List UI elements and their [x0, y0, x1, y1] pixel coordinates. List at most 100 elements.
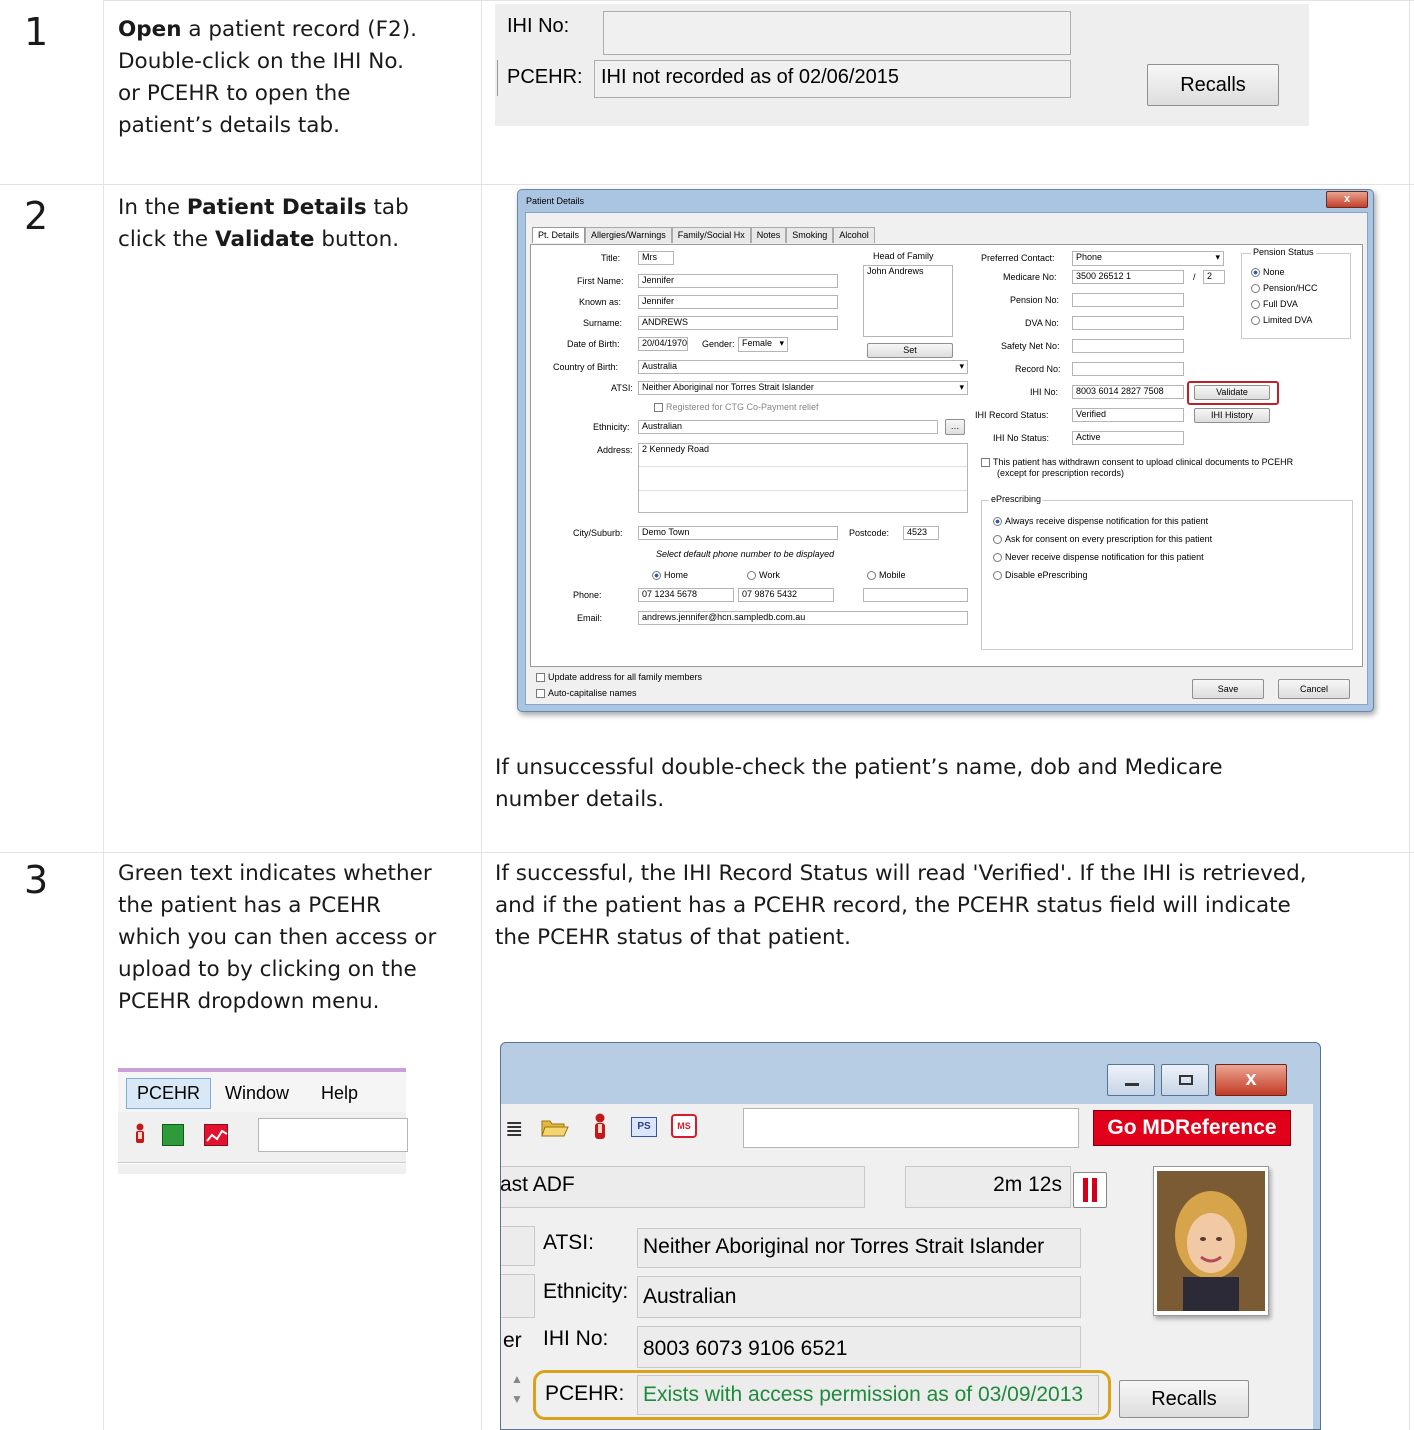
pcehr-status-field[interactable]: Exists with access permission as of 03/0…: [637, 1375, 1099, 1415]
text: Ask for consent on every prescription fo…: [1005, 534, 1213, 544]
ihi-no-status-field[interactable]: Active: [1072, 431, 1184, 445]
address-field[interactable]: 2 Kennedy Road: [638, 443, 968, 513]
scroll-up-icon[interactable]: ▲: [511, 1372, 523, 1386]
tab-allergies[interactable]: Allergies/Warnings: [585, 227, 672, 243]
radio-limited-dva[interactable]: Limited DVA: [1251, 315, 1312, 326]
record-no-field[interactable]: [1072, 362, 1184, 376]
text: andrews.jennifer@hcn.sampledb.com.au: [642, 612, 806, 622]
medicare-irn-field[interactable]: 2: [1203, 270, 1225, 284]
city-field[interactable]: Demo Town: [638, 526, 838, 540]
folder-open-icon[interactable]: [541, 1116, 569, 1138]
text: If unsuccessful double-check the patient…: [495, 755, 1223, 780]
table-border-top: [103, 0, 1414, 1]
radio-mobile[interactable]: Mobile: [867, 570, 906, 581]
dva-field[interactable]: [1072, 316, 1184, 330]
dob-field[interactable]: 20/04/1970: [638, 337, 688, 351]
first-name-label: First Name:: [577, 276, 624, 286]
radio-always-dispense[interactable]: Always receive dispense notification for…: [993, 516, 1209, 527]
text: Pension/HCC: [1263, 283, 1318, 293]
known-as-field[interactable]: Jennifer: [638, 295, 838, 309]
radio-ask-consent[interactable]: Ask for consent on every prescription fo…: [993, 534, 1213, 545]
email-field[interactable]: andrews.jennifer@hcn.sampledb.com.au: [638, 611, 968, 625]
red-graph-icon[interactable]: [204, 1124, 228, 1146]
text: 3500 26512 1: [1076, 271, 1132, 281]
tab-alcohol[interactable]: Alcohol: [833, 227, 875, 243]
tab-family-social[interactable]: Family/Social Hx: [671, 227, 751, 243]
country-select[interactable]: Australia ▾: [638, 360, 968, 374]
menu-help[interactable]: Help: [321, 1083, 358, 1104]
medicare-field[interactable]: 3500 26512 1: [1072, 270, 1184, 284]
first-name-field[interactable]: Jennifer: [638, 274, 838, 288]
toolbar-search-input[interactable]: [258, 1118, 408, 1152]
consent-checkbox[interactable]: This patient has withdrawn consent to up…: [981, 457, 1293, 479]
work-phone-field[interactable]: 07 9876 5432: [738, 588, 834, 602]
notes-icon[interactable]: ≣: [505, 1116, 523, 1142]
ctg-checkbox[interactable]: Registered for CTG Co-Payment relief: [654, 402, 819, 413]
ethnicity-picker-button[interactable]: …: [945, 419, 965, 435]
patient-icon[interactable]: [593, 1113, 607, 1141]
radio-home[interactable]: Home: [652, 570, 688, 581]
green-chart-icon[interactable]: [162, 1124, 184, 1146]
phone-label: Phone:: [573, 590, 602, 600]
atsi-select[interactable]: Neither Aboriginal nor Torres Strait Isl…: [638, 381, 968, 395]
radio-work[interactable]: Work: [747, 570, 780, 581]
address-label: Address:: [597, 445, 633, 455]
ps-icon[interactable]: PS: [631, 1117, 657, 1137]
text: 8003 6073 9106 6521: [643, 1337, 848, 1360]
step-number: 1: [24, 10, 49, 54]
update-address-checkbox[interactable]: Update address for all family members: [536, 672, 702, 683]
checkbox-box: [981, 458, 990, 468]
tab-pt-details[interactable]: Pt. Details: [532, 227, 586, 243]
ihi-record-status-field[interactable]: Verified: [1072, 408, 1184, 422]
ihi-field[interactable]: 8003 6014 2827 7508: [1072, 385, 1184, 399]
ms-red-icon[interactable]: MS: [671, 1114, 697, 1138]
cancel-button[interactable]: Cancel: [1278, 679, 1350, 699]
text: Always receive dispense notification for…: [1005, 516, 1209, 526]
set-button[interactable]: Set: [867, 343, 953, 358]
validate-button[interactable]: Validate: [1194, 385, 1270, 400]
tab-smoking[interactable]: Smoking: [786, 227, 834, 243]
ethnicity-field[interactable]: Australian: [638, 420, 938, 434]
ihi-field[interactable]: [603, 11, 1071, 55]
recalls-button[interactable]: Recalls: [1147, 64, 1279, 106]
maximize-icon[interactable]: [1161, 1064, 1209, 1096]
minimize-icon[interactable]: [1107, 1064, 1155, 1096]
title-field[interactable]: Mrs: [638, 251, 674, 265]
go-mdreference-button[interactable]: Go MDReference: [1093, 1110, 1291, 1146]
scroll-down-icon[interactable]: ▼: [511, 1392, 523, 1406]
radio-disable-eprescribing[interactable]: Disable ePrescribing: [993, 570, 1088, 581]
recalls-button[interactable]: Recalls: [1119, 1380, 1249, 1418]
country-label: Country of Birth:: [553, 362, 619, 372]
radio-pension-none[interactable]: None: [1251, 267, 1285, 278]
save-button[interactable]: Save: [1192, 679, 1264, 699]
tab-notes[interactable]: Notes: [750, 227, 787, 243]
step-1-instructions: Open a patient record (F2). Double-click…: [118, 14, 478, 142]
pcehr-field[interactable]: IHI not recorded as of 02/06/2015: [594, 60, 1071, 98]
menu-pcehr[interactable]: PCEHR: [126, 1078, 212, 1109]
mdreference-search-input[interactable]: [743, 1108, 1079, 1148]
radio-full-dva[interactable]: Full DVA: [1251, 299, 1298, 310]
home-phone-field[interactable]: 07 1234 5678: [638, 588, 734, 602]
auto-capitalise-checkbox[interactable]: Auto-capitalise names: [536, 688, 637, 699]
close-icon[interactable]: x: [1326, 191, 1368, 208]
patient-photo: [1153, 1166, 1269, 1316]
safety-net-field[interactable]: [1072, 339, 1184, 353]
mobile-phone-field[interactable]: [863, 588, 968, 602]
gender-select[interactable]: Female ▾: [738, 337, 788, 352]
radio-pension-hcc[interactable]: Pension/HCC: [1251, 283, 1318, 294]
pension-field[interactable]: [1072, 293, 1184, 307]
radio-never-dispense[interactable]: Never receive dispense notification for …: [993, 552, 1204, 563]
ethnicity-field: Australian: [637, 1276, 1081, 1318]
postcode-field[interactable]: 4523: [903, 526, 939, 540]
close-icon[interactable]: x: [1215, 1064, 1287, 1096]
checkbox-box: [654, 403, 663, 413]
patient-icon[interactable]: [134, 1123, 146, 1145]
menu-window[interactable]: Window: [225, 1083, 289, 1104]
ihi-field[interactable]: 8003 6073 9106 6521: [637, 1326, 1081, 1368]
preferred-contact-select[interactable]: Phone ▾: [1072, 251, 1224, 266]
head-of-family-field[interactable]: John Andrews: [863, 265, 953, 337]
surname-field[interactable]: ANDREWS: [638, 316, 838, 330]
ihi-history-button[interactable]: IHI History: [1194, 408, 1270, 423]
title-label: Title:: [601, 253, 621, 263]
pause-timer-button[interactable]: [1073, 1172, 1107, 1208]
